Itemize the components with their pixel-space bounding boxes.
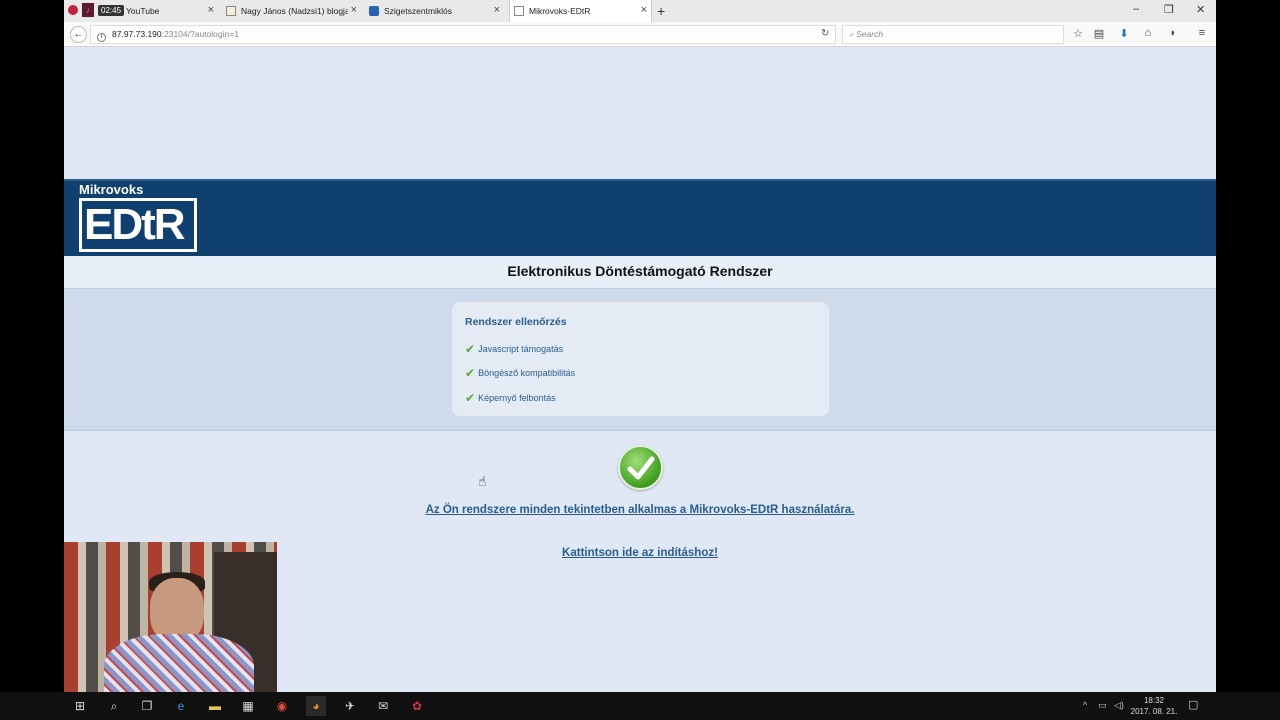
- info-icon[interactable]: i: [97, 33, 106, 42]
- notifications-icon[interactable]: ▢: [1188, 698, 1198, 711]
- tab-label: Nagy János (Nadzsi1) blogja: [241, 6, 350, 16]
- page-title: Elektronikus Döntéstámogató Rendszer: [64, 256, 1216, 289]
- tab-label: YouTube: [126, 6, 160, 16]
- bookmark-star-icon[interactable]: ☆: [1071, 27, 1085, 40]
- system-check-title: Rendszer ellenőrzés: [465, 316, 567, 328]
- hand-cursor-icon: ☝: [478, 473, 487, 489]
- network-icon[interactable]: ▭: [1098, 700, 1107, 711]
- start-icon[interactable]: ⊞: [70, 696, 90, 716]
- search-placeholder: Search: [856, 29, 884, 39]
- close-icon[interactable]: ×: [208, 5, 214, 16]
- page-icon: [514, 6, 524, 16]
- clock[interactable]: 18:32 2017. 08. 21.: [1124, 695, 1184, 717]
- site-icon: [369, 6, 379, 16]
- tab-youtube[interactable]: YouTube ×: [126, 0, 218, 22]
- chrome-icon[interactable]: ◉: [272, 696, 292, 716]
- new-tab-icon[interactable]: +: [657, 3, 665, 19]
- microphone-icon[interactable]: ♪: [82, 3, 94, 17]
- bookmarks-menu-icon[interactable]: ▤: [1092, 27, 1106, 40]
- close-window-icon[interactable]: ✕: [1196, 3, 1205, 16]
- check-item-resolution: ✔ Képernyő felbontás: [465, 391, 556, 405]
- file-explorer-icon[interactable]: ▬: [205, 696, 225, 716]
- edge-icon[interactable]: e: [171, 696, 191, 716]
- close-icon[interactable]: ×: [494, 5, 500, 16]
- checkmark-icon: ✔: [465, 342, 476, 356]
- recorder-time: 02:45: [98, 4, 125, 16]
- clock-date: 2017. 08. 21.: [1130, 707, 1178, 716]
- address-bar[interactable]: i 87.97.73.190:23104/?autologin=1: [90, 25, 836, 44]
- clock-time: 18:32: [1143, 696, 1165, 705]
- success-check-icon: [618, 445, 663, 490]
- tab-szigetszentmiklos[interactable]: Szigetszentmiklós ×: [367, 0, 504, 22]
- logo: EDtR: [79, 198, 197, 252]
- app-icon[interactable]: ✈: [340, 696, 360, 716]
- minimize-icon[interactable]: –: [1133, 3, 1139, 15]
- search-input[interactable]: ⌕ Search: [842, 25, 1064, 44]
- tray-chevron-icon[interactable]: ^: [1083, 700, 1087, 710]
- firefox-icon[interactable]: ◕: [306, 696, 326, 716]
- store-icon[interactable]: ▦: [238, 696, 258, 716]
- reload-icon[interactable]: ↻: [821, 28, 829, 39]
- close-icon[interactable]: ×: [641, 5, 647, 16]
- menu-icon[interactable]: ≡: [1195, 27, 1209, 39]
- back-arrow-icon[interactable]: ←: [70, 26, 87, 43]
- compatibility-result-link[interactable]: Az Ön rendszere minden tekintetben alkal…: [64, 504, 1216, 516]
- close-icon[interactable]: ×: [347, 5, 357, 16]
- tab-strip: ♪ 02:45 YouTube × Nagy János (Nadzsi1) b…: [64, 0, 1216, 22]
- task-view-icon[interactable]: ❐: [137, 696, 157, 716]
- tab-label: Mikrovoks-EDtR: [529, 6, 591, 16]
- recorder-app-icon[interactable]: ✿: [407, 696, 427, 716]
- taskbar: ⊞ ⌕ ❐ e ▬ ▦ ◉ ◕ ✈ ✉ ✿ ^ ▭ ◁) 18:32 2017.…: [0, 692, 1280, 720]
- download-icon[interactable]: ⬇: [1117, 27, 1131, 40]
- url-path: :23104/?autologin=1: [161, 29, 239, 39]
- check-item-javascript: ✔ Javascript támogatás: [465, 342, 563, 356]
- record-icon[interactable]: [68, 5, 78, 15]
- check-item-label: Képernyő felbontás: [478, 393, 556, 403]
- check-item-label: Böngésző kompatibilitás: [478, 368, 576, 378]
- home-icon[interactable]: ⌂: [1141, 27, 1155, 39]
- header-banner: Mikrovoks EDtR: [64, 179, 1216, 256]
- pocket-icon[interactable]: ◗: [1166, 27, 1180, 39]
- page-icon: [226, 6, 236, 16]
- screen: ♪ 02:45 YouTube × Nagy János (Nadzsi1) b…: [0, 0, 1280, 720]
- search-icon[interactable]: ⌕: [104, 696, 124, 716]
- mail-icon[interactable]: ✉: [373, 696, 393, 716]
- checkmark-icon: ✔: [465, 391, 476, 405]
- restore-icon[interactable]: ❐: [1164, 3, 1174, 16]
- tab-mikrovoks-edtr[interactable]: Mikrovoks-EDtR ×: [509, 0, 652, 22]
- system-check-panel: Rendszer ellenőrzés ✔ Javascript támogat…: [452, 302, 829, 416]
- webcam-overlay: [64, 542, 277, 702]
- logo-brand-text: Mikrovoks: [79, 182, 144, 197]
- recorder-widget: ♪ 02:45: [68, 3, 125, 17]
- check-item-browser: ✔ Böngésző kompatibilitás: [465, 366, 575, 380]
- url-host: 87.97.73.190: [112, 29, 162, 39]
- tab-blog[interactable]: Nagy János (Nadzsi1) blogja ×: [224, 0, 361, 22]
- navigation-bar: ← i 87.97.73.190:23104/?autologin=1 ↻ ⌕ S…: [64, 22, 1216, 47]
- checkmark-icon: ✔: [465, 366, 476, 380]
- system-check-section: Rendszer ellenőrzés ✔ Javascript támogat…: [64, 289, 1216, 431]
- check-item-label: Javascript támogatás: [478, 344, 564, 354]
- volume-icon[interactable]: ◁): [1114, 700, 1124, 711]
- tab-label: Szigetszentmiklós: [384, 6, 453, 16]
